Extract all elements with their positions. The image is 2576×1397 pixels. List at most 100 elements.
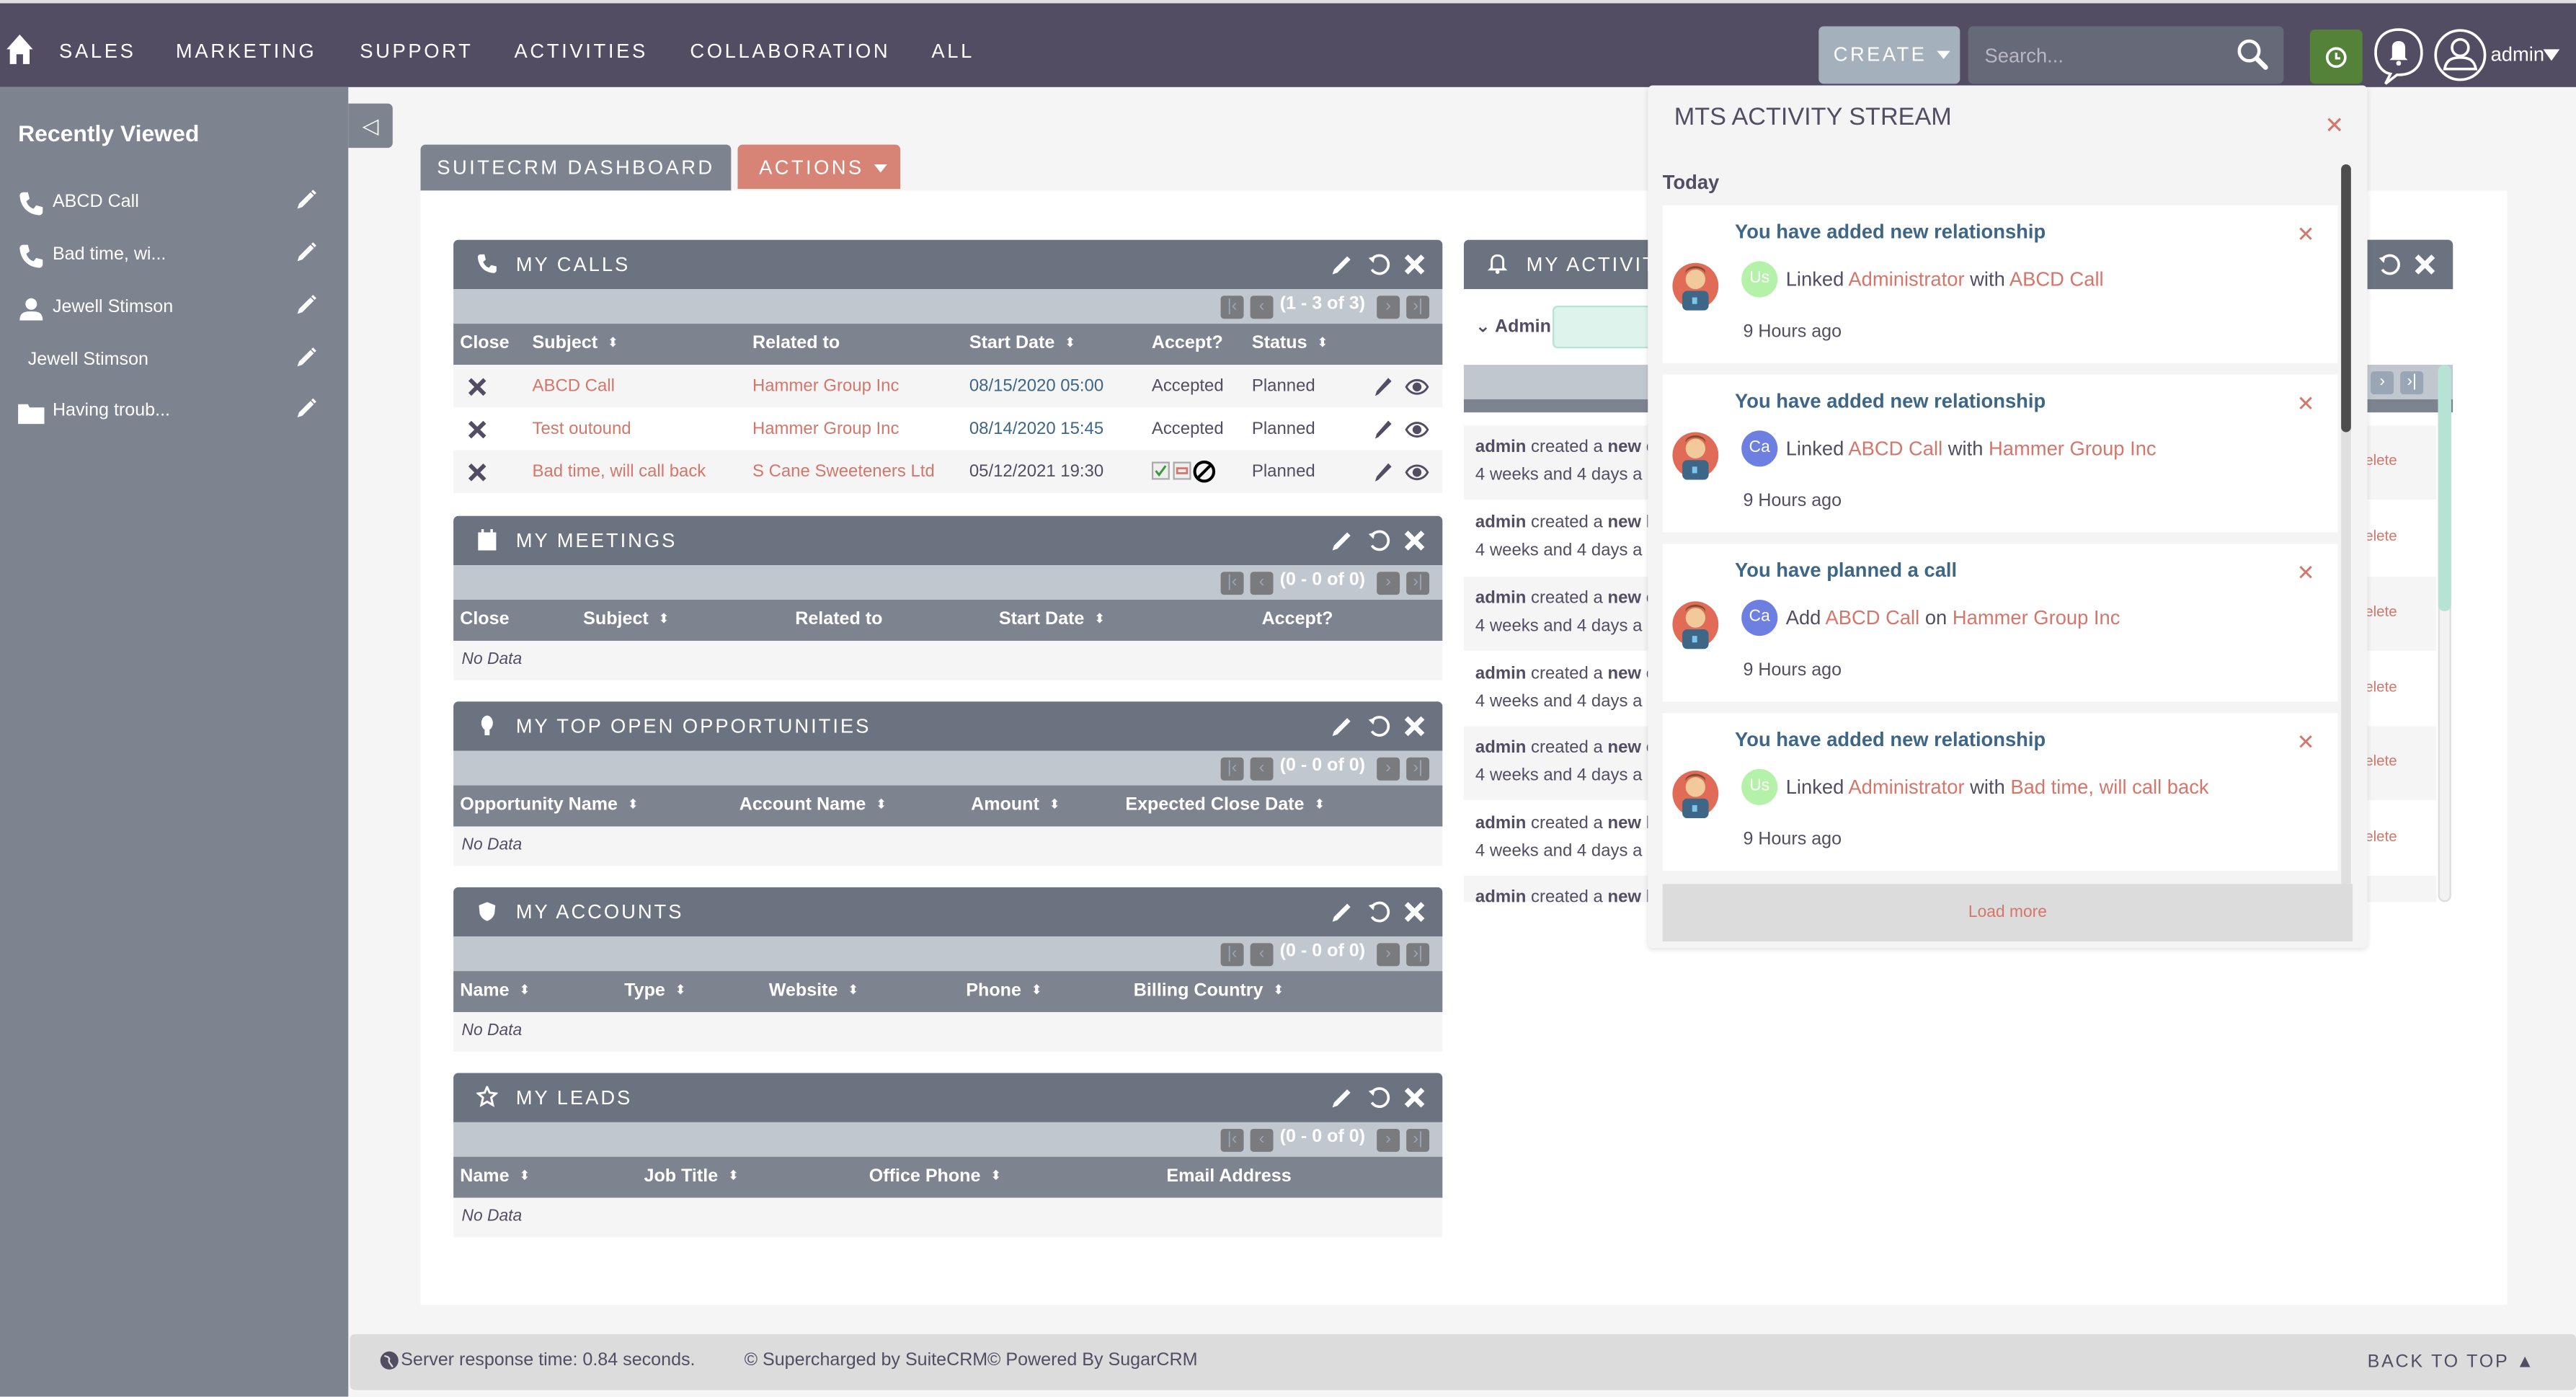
sort-icon[interactable]: ⬍ [728,1168,739,1184]
record-link[interactable]: Hammer Group Inc [1989,437,2157,460]
nav-collaboration[interactable]: COLLABORATION [690,40,890,63]
last-page-button[interactable]: ›| [1406,572,1430,595]
recent-item[interactable]: ABCD Call [0,186,348,229]
call-subject-link[interactable]: ABCD Call [533,376,615,396]
recent-item[interactable]: Bad time, wi... [0,239,348,281]
tab-suitecrm-dashboard[interactable]: SUITECRM DASHBOARD [420,144,732,191]
column-opportunity-name[interactable]: Opportunity Name ⬍ [460,795,639,815]
edit-dashlet-icon[interactable] [1331,253,1354,276]
recent-item[interactable]: Jewell Stimson [0,291,348,333]
sort-icon[interactable]: ⬍ [519,983,530,998]
refresh-icon[interactable] [1367,715,1390,738]
dismiss-icon[interactable]: ✕ [2297,222,2315,248]
sort-icon[interactable]: ⬍ [848,983,858,998]
column-name[interactable]: Name ⬍ [460,1166,530,1186]
last-page-button[interactable]: ›| [1406,943,1430,967]
column-office-phone[interactable]: Office Phone ⬍ [869,1166,1002,1186]
next-page-button[interactable]: › [1377,296,1400,319]
user-menu-label[interactable]: admin [2491,43,2545,66]
close-call-icon[interactable] [468,420,487,439]
next-page-button[interactable]: › [1377,572,1400,595]
eye-icon[interactable] [1405,421,1429,439]
sort-icon[interactable]: ⬍ [876,797,887,812]
column-start-date[interactable]: Start Date ⬍ [969,334,1075,353]
nav-marketing[interactable]: MARKETING [176,40,316,63]
pencil-icon[interactable] [1374,462,1393,484]
column-account-name[interactable]: Account Name ⬍ [740,795,887,815]
next-page-button[interactable]: › [1377,943,1400,967]
record-link[interactable]: Bad time, will call back [2010,776,2208,799]
sugarcrm-credit-link[interactable]: © Powered By SugarCRM [987,1351,1198,1370]
chevron-down-icon[interactable] [2543,49,2560,61]
back-to-top-button[interactable]: BACK TO TOP ▲ [2368,1352,2536,1372]
refresh-icon[interactable] [1367,900,1390,923]
pencil-icon[interactable] [1374,419,1393,440]
pencil-icon[interactable] [296,189,317,210]
sidebar-collapse-button[interactable]: ◁ [348,103,393,148]
column-expected-close-date[interactable]: Expected Close Date ⬍ [1125,795,1325,815]
column-amount[interactable]: Amount ⬍ [971,795,1060,815]
refresh-icon[interactable] [1367,253,1390,276]
record-link[interactable]: Administrator [1848,268,1964,291]
sort-icon[interactable]: ⬍ [990,1168,1001,1184]
refresh-icon[interactable] [2377,253,2400,276]
edit-dashlet-icon[interactable] [1331,715,1354,738]
sort-icon[interactable]: ⬍ [1031,983,1042,998]
sort-icon[interactable]: ⬍ [1094,611,1105,626]
record-link[interactable]: Hammer Group Inc [1953,606,2120,629]
prev-page-button[interactable]: ‹ [1250,296,1274,319]
sort-icon[interactable]: ⬍ [675,983,686,998]
first-page-button[interactable]: |‹ [1220,943,1244,967]
first-page-button[interactable]: |‹ [1220,572,1244,595]
last-page-button[interactable]: ›| [1406,1128,1430,1152]
last-page-button[interactable]: ›| [1406,757,1430,781]
close-dashlet-icon[interactable] [2413,253,2436,276]
pencil-icon[interactable] [296,294,317,316]
column-type[interactable]: Type ⬍ [624,981,686,1001]
pencil-icon[interactable] [296,241,317,263]
last-page-button[interactable]: ›| [2400,371,2424,395]
dismiss-icon[interactable]: ✕ [2297,391,2315,417]
column-phone[interactable]: Phone ⬍ [966,981,1042,1001]
nav-all[interactable]: ALL [931,40,974,63]
close-call-icon[interactable] [468,464,487,482]
prev-page-button[interactable]: ‹ [1250,572,1274,595]
recent-item[interactable]: Jewell Stimson [0,343,348,386]
sort-icon[interactable]: ⬍ [628,797,639,812]
sort-icon[interactable]: ⬍ [608,335,618,350]
stream-scrollbar-thumb[interactable] [2341,164,2351,433]
search-icon[interactable] [2236,37,2269,71]
column-job-title[interactable]: Job Title ⬍ [644,1166,740,1186]
column-subject[interactable]: Subject ⬍ [533,334,619,353]
pencil-icon[interactable] [1374,376,1393,398]
sort-icon[interactable]: ⬍ [1314,797,1325,812]
next-page-button[interactable]: › [1377,757,1400,781]
close-call-icon[interactable] [468,378,487,396]
record-link[interactable]: ABCD Call [2009,268,2104,291]
refresh-icon[interactable] [1367,529,1390,552]
decline-icon[interactable] [1193,460,1216,483]
column-name[interactable]: Name ⬍ [460,981,530,1001]
first-page-button[interactable]: |‹ [1220,757,1244,781]
close-dashlet-icon[interactable] [1403,1086,1426,1109]
call-subject-link[interactable]: Test outound [533,419,631,438]
tentative-icon[interactable] [1173,461,1191,480]
edit-dashlet-icon[interactable] [1331,900,1354,923]
record-link[interactable]: ABCD Call [1825,606,1919,629]
refresh-icon[interactable] [1367,1086,1390,1109]
prev-page-button[interactable]: ‹ [1250,757,1274,781]
edit-dashlet-icon[interactable] [1331,1086,1354,1109]
home-icon[interactable] [5,33,35,66]
close-icon[interactable]: ✕ [2324,112,2344,140]
column-start-date[interactable]: Start Date ⬍ [999,610,1105,629]
sort-icon[interactable]: ⬍ [519,1168,530,1184]
sort-icon[interactable]: ⬍ [1273,983,1284,998]
related-to-link[interactable]: Hammer Group Inc [752,419,900,438]
sort-icon[interactable]: ⬍ [1049,797,1060,812]
column-status[interactable]: Status ⬍ [1252,334,1328,353]
eye-icon[interactable] [1405,378,1429,396]
close-dashlet-icon[interactable] [1403,529,1426,552]
close-dashlet-icon[interactable] [1403,900,1426,923]
create-button[interactable]: CREATE [1818,26,1960,84]
call-subject-link[interactable]: Bad time, will call back [533,462,706,482]
